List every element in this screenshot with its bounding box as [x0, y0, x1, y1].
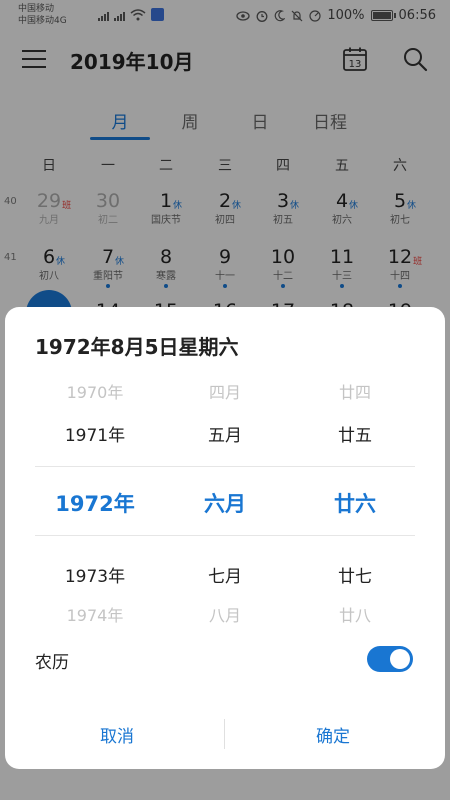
- wheel-item[interactable]: 1970年: [25, 379, 165, 403]
- wheel-item[interactable]: 四月: [155, 379, 295, 403]
- wheel-item-selected[interactable]: 1972年: [25, 488, 165, 518]
- selection-divider-top: [35, 466, 415, 467]
- wheel-item[interactable]: 廿五: [285, 421, 425, 446]
- wheel-item[interactable]: 廿八: [285, 602, 425, 626]
- dialog-title: 1972年8月5日星期六: [35, 335, 239, 359]
- toggle-knob: [390, 649, 410, 669]
- wheel-item[interactable]: 廿四: [285, 379, 425, 403]
- wheel-item[interactable]: 八月: [155, 602, 295, 626]
- wheel-item[interactable]: 1974年: [25, 602, 165, 626]
- wheel-item[interactable]: 1971年: [25, 421, 165, 446]
- wheel-item[interactable]: 1973年: [25, 562, 165, 587]
- lunar-label: 农历: [35, 653, 69, 673]
- date-picker-dialog: 1972年8月5日星期六 1970年 1971年 1972年 1973年 197…: [5, 307, 445, 769]
- cancel-button[interactable]: 取消: [100, 722, 134, 747]
- button-separator: [224, 719, 225, 749]
- wheel-item[interactable]: 五月: [155, 421, 295, 446]
- lunar-toggle[interactable]: [367, 646, 413, 672]
- confirm-button[interactable]: 确定: [316, 722, 350, 747]
- wheel-item[interactable]: 廿七: [285, 562, 425, 587]
- wheel-item-selected[interactable]: 六月: [155, 488, 295, 518]
- selection-divider-bottom: [35, 535, 415, 536]
- wheel-item-selected[interactable]: 廿六: [285, 488, 425, 518]
- wheel-item[interactable]: 七月: [155, 562, 295, 587]
